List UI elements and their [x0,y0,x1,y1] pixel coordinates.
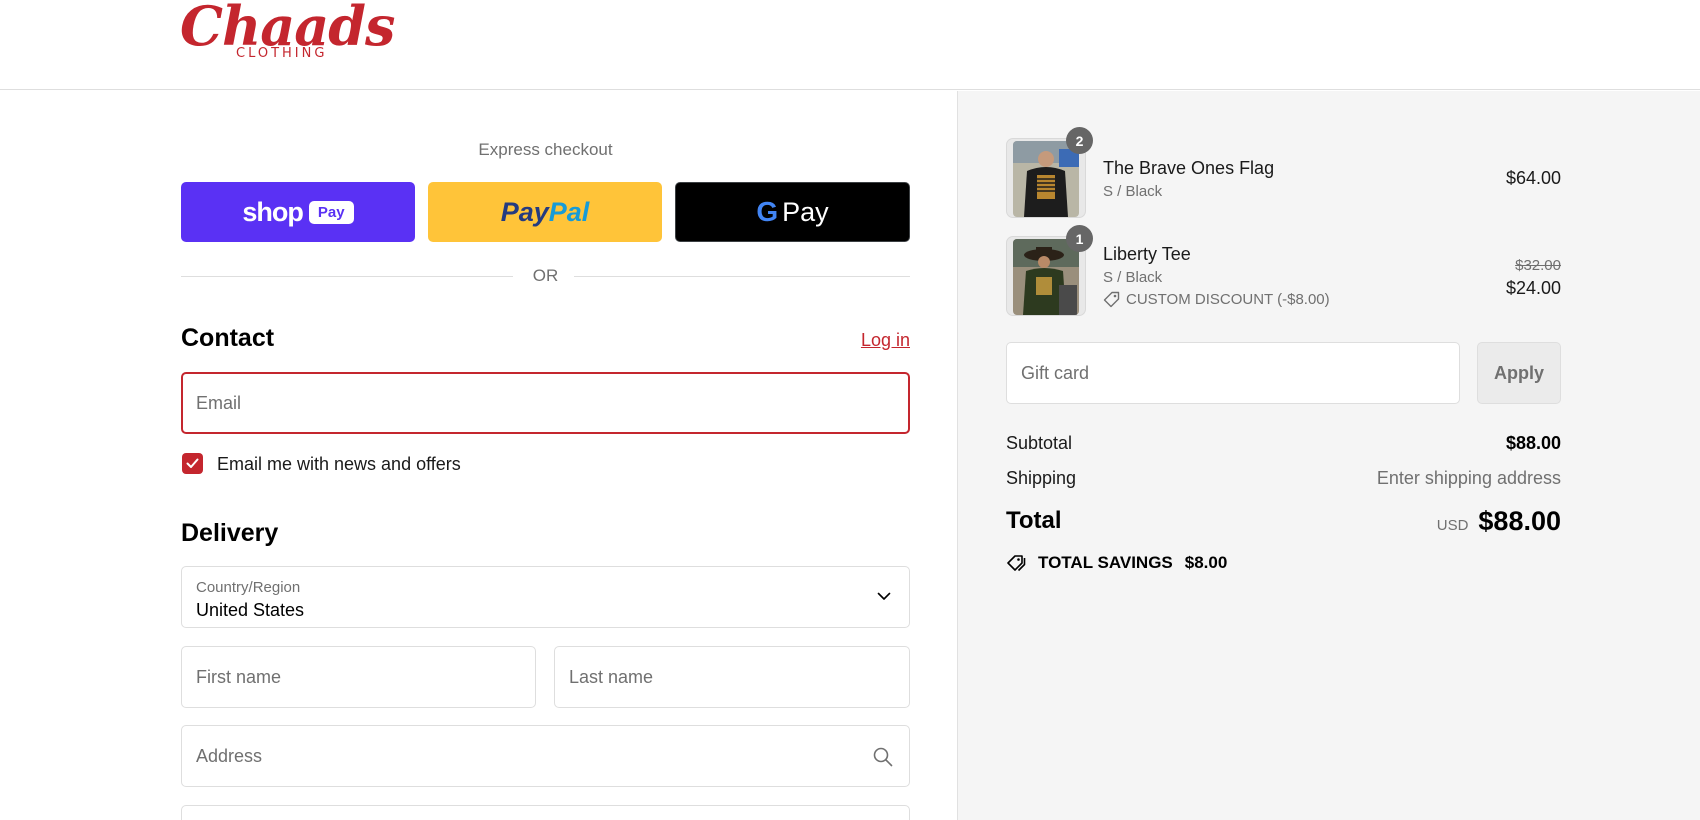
total-value-row: USD $88.00 [1300,506,1561,537]
total-savings: TOTAL SAVINGS $8.00 [1006,553,1227,573]
product-image [1013,141,1079,217]
quantity-badge: 1 [1066,225,1093,252]
subtotal-value: $88.00 [1505,433,1561,453]
last-name-placeholder: Last name [569,667,654,687]
savings-label: TOTAL SAVINGS [1038,553,1173,572]
paypal-pal-text: Pal [548,196,590,227]
savings-tag-icon [1007,555,1026,572]
cart-item-variant: S / Black [1103,183,1163,200]
newsletter-checkbox[interactable] [182,453,203,474]
cart-item-name: The Brave Ones Flag [1103,158,1275,178]
first-name-field[interactable]: First name [181,646,536,708]
cart-item-variant: S / Black [1103,269,1163,286]
shop-pay-button[interactable]: shop Pay [181,182,415,242]
subtotal-label: Subtotal [1006,433,1073,453]
original-price-text: $32.00 [1515,257,1561,274]
discount-tag: CUSTOM DISCOUNT (-$8.00) [1103,291,1330,308]
google-g-icon: G [756,196,779,227]
logo-sub-text: CLOTHING [236,46,328,61]
search-icon [873,747,893,767]
express-checkout-title: Express checkout [478,140,613,159]
product-thumbnail: 1 [1006,225,1093,316]
quantity-badge: 2 [1066,127,1093,154]
shipping-value: Enter shipping address [1376,468,1561,488]
gift-card-field[interactable]: Gift card [1006,342,1460,404]
country-select[interactable]: Country/Region United States [181,566,910,628]
delivery-heading: Delivery [181,519,279,547]
cart-item-price: $64.00 [1505,168,1561,188]
cart-item-price: $24.00 [1505,278,1561,298]
tag-icon [1103,291,1120,308]
gift-card-placeholder: Gift card [1021,363,1090,383]
apartment-field[interactable] [181,805,910,820]
site-header: Chaads CLOTHING [0,0,1700,90]
paypal-pay-text: Pay [500,196,549,227]
brand-logo[interactable]: Chaads CLOTHING [180,0,395,68]
savings-value: $8.00 [1184,553,1228,572]
checkmark-icon [186,458,199,468]
cart-item-name: Liberty Tee [1103,244,1191,264]
first-name-placeholder: First name [196,667,282,687]
login-link[interactable]: Log in [850,330,910,351]
address-field[interactable]: Address [181,725,910,787]
product-image [1013,239,1079,315]
product-thumbnail: 2 [1006,127,1093,218]
or-divider: OR [181,266,910,286]
paypal-logo: PayPal [501,197,590,228]
email-placeholder: Email [196,393,242,413]
country-label: Country/Region [196,579,301,596]
country-value: United States [196,600,305,620]
shop-pay-text: shop [242,196,303,227]
currency-code: USD [1436,517,1469,534]
apply-button[interactable]: Apply [1477,342,1561,404]
contact-heading: Contact [181,324,275,352]
google-pay-text: Pay [782,196,829,227]
shop-pay-pill: Pay [308,200,354,224]
google-pay-button[interactable]: G Pay [675,182,910,242]
chevron-down-icon [877,592,891,600]
discount-label: CUSTOM DISCOUNT (-$8.00) [1126,291,1330,308]
email-field[interactable]: Email [181,372,910,434]
shipping-label: Shipping [1006,468,1077,488]
cart-item-original-price: $32.00 [1400,254,1561,275]
or-text: OR [532,266,559,285]
total-amount: $88.00 [1478,506,1561,536]
newsletter-label: Email me with news and offers [217,454,461,474]
address-placeholder: Address [196,746,263,766]
paypal-button[interactable]: PayPal [428,182,662,242]
total-label: Total [1006,507,1062,534]
last-name-field[interactable]: Last name [554,646,910,708]
